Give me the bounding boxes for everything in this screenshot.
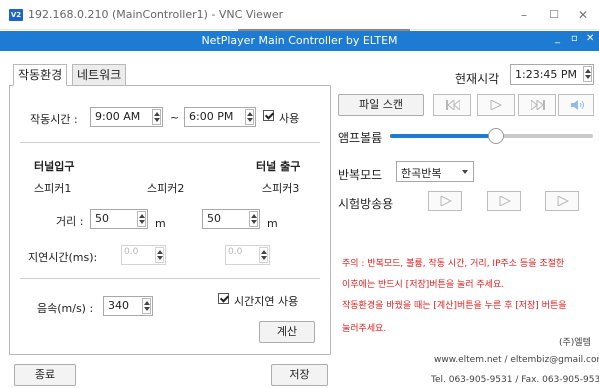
distance1-value: 50: [95, 212, 109, 225]
prev-icon: [446, 100, 460, 110]
current-time-display: 1:23:45 PM: [510, 64, 594, 85]
sound-speed-value: 340: [108, 299, 129, 312]
tab-operating-env[interactable]: 작동환경: [13, 64, 68, 86]
vnc-maximize-button[interactable]: ☐: [544, 6, 564, 24]
test-play-button-2[interactable]: [487, 191, 521, 211]
notice-line-4: 눌러주세요.: [342, 324, 387, 334]
calculate-button[interactable]: 계산: [259, 321, 315, 343]
use-schedule-label: 사용: [279, 112, 300, 125]
distance2-spinbox[interactable]: 50: [202, 209, 260, 229]
end-time-value: 6:00 PM: [189, 110, 234, 123]
start-time-stepper-icon[interactable]: [152, 109, 161, 125]
notice-line-3: 작동환경을 바꿨을 때는 [계산]버튼을 누른 후 [저장] 버튼을: [342, 301, 567, 311]
company-phone: Tel. 063-905-9531 / Fax. 063-905-9530: [431, 375, 599, 385]
delay1-value: 0.0: [124, 247, 139, 257]
delay1-spinbox: 0.0: [121, 245, 166, 265]
end-time-stepper-icon[interactable]: [245, 109, 254, 125]
start-time-spinbox[interactable]: 9:00 AM: [90, 107, 163, 127]
tab-network[interactable]: 네트워크: [72, 64, 127, 86]
vnc-window-title: 192.168.0.210 (MainController1) - VNC Vi…: [28, 8, 284, 21]
repeat-mode-select[interactable]: 한곡반복: [396, 161, 474, 182]
sound-speed-stepper-icon[interactable]: [142, 298, 151, 314]
distance2-unit: m: [267, 217, 278, 230]
operating-time-label: 작동시간 :: [30, 113, 78, 126]
volume-button[interactable]: [558, 94, 594, 116]
delay2-spinbox: 0.0: [225, 245, 270, 265]
amp-volume-label: 앰프볼륨: [338, 131, 383, 145]
play-icon: [557, 196, 569, 206]
tunnel-exit-label: 터널 출구: [256, 160, 301, 173]
delay2-stepper-icon: [259, 247, 268, 263]
next-icon: [531, 100, 545, 110]
notice-line-1: 주의 : 반복모드, 볼륨, 작동 시간, 거리, IP주소 등을 조절한: [342, 259, 565, 269]
distance1-spinbox[interactable]: 50: [90, 209, 148, 229]
section-divider: [20, 278, 320, 279]
time-delay-label: 시간지연 사용: [234, 295, 299, 308]
play-icon: [499, 196, 511, 206]
section-divider: [20, 142, 320, 143]
current-time-stepper-icon: [583, 66, 592, 82]
time-delay-checkbox[interactable]: [218, 293, 229, 304]
speaker2-label: 스피커2: [147, 182, 185, 195]
test-broadcast-label: 시험방송용: [338, 197, 394, 211]
prev-button[interactable]: [433, 94, 471, 116]
app-close-button[interactable]: ✕: [586, 33, 594, 44]
distance2-value: 50: [207, 212, 221, 225]
distance2-stepper-icon[interactable]: [249, 211, 258, 227]
amp-volume-fill: [390, 134, 496, 138]
app-title: NetPlayer Main Controller by ELTEM: [201, 34, 398, 47]
end-time-spinbox[interactable]: 6:00 PM: [184, 107, 256, 127]
save-button[interactable]: 저장: [271, 364, 328, 386]
sound-speed-label: 음속(m/s) :: [37, 302, 94, 315]
file-scan-button[interactable]: 파일 스캔: [338, 94, 424, 116]
delay-label: 지연시간(ms):: [28, 251, 98, 264]
repeat-mode-value: 한곡반복: [401, 167, 442, 180]
app-title-bar: NetPlayer Main Controller by ELTEM _ ▫ ✕: [0, 31, 599, 51]
time-range-separator: ~: [170, 111, 180, 124]
delay2-value: 0.0: [228, 247, 243, 257]
delay1-stepper-icon: [155, 247, 164, 263]
sound-speed-spinbox[interactable]: 340: [103, 296, 153, 316]
chevron-down-icon: [462, 170, 468, 174]
amp-volume-thumb[interactable]: [487, 128, 504, 144]
volume-icon: [571, 100, 584, 110]
play-button[interactable]: [477, 94, 515, 116]
app-minimize-button[interactable]: _: [555, 33, 560, 44]
notice-line-2: 이후에는 반드시 [저장]버튼을 눌러 주세요.: [342, 280, 505, 290]
distance-label: 거리 :: [56, 215, 84, 228]
distance1-stepper-icon[interactable]: [137, 211, 146, 227]
company-website: www.eltem.net / eltembiz@gmail.com: [434, 355, 599, 365]
play-icon: [490, 100, 502, 110]
vnc-close-button[interactable]: ✕: [573, 6, 593, 24]
current-time-value: 1:23:45 PM: [515, 68, 578, 81]
next-button[interactable]: [518, 94, 556, 116]
vnc-minimize-button[interactable]: –: [514, 6, 534, 24]
repeat-mode-label: 반복모드: [338, 168, 383, 182]
app-restore-button[interactable]: ▫: [571, 33, 578, 44]
use-schedule-checkbox[interactable]: [263, 110, 274, 121]
vnc-title-bar: V2 192.168.0.210 (MainController1) - VNC…: [0, 0, 599, 31]
vnc-logo-icon: V2: [9, 9, 23, 21]
distance1-unit: m: [155, 217, 166, 230]
speaker3-label: 스피커3: [262, 182, 300, 195]
amp-volume-slider[interactable]: [390, 128, 593, 144]
test-play-button-3[interactable]: [545, 191, 579, 211]
play-icon: [440, 196, 452, 206]
exit-button[interactable]: 종료: [14, 364, 76, 386]
test-play-button-1[interactable]: [428, 191, 462, 211]
start-time-value: 9:00 AM: [95, 110, 141, 123]
current-time-label: 현재시각: [455, 72, 500, 86]
company-name: (주)엘템: [559, 338, 591, 348]
speaker1-label: 스피커1: [34, 182, 72, 195]
tunnel-entry-label: 터널입구: [34, 160, 75, 173]
